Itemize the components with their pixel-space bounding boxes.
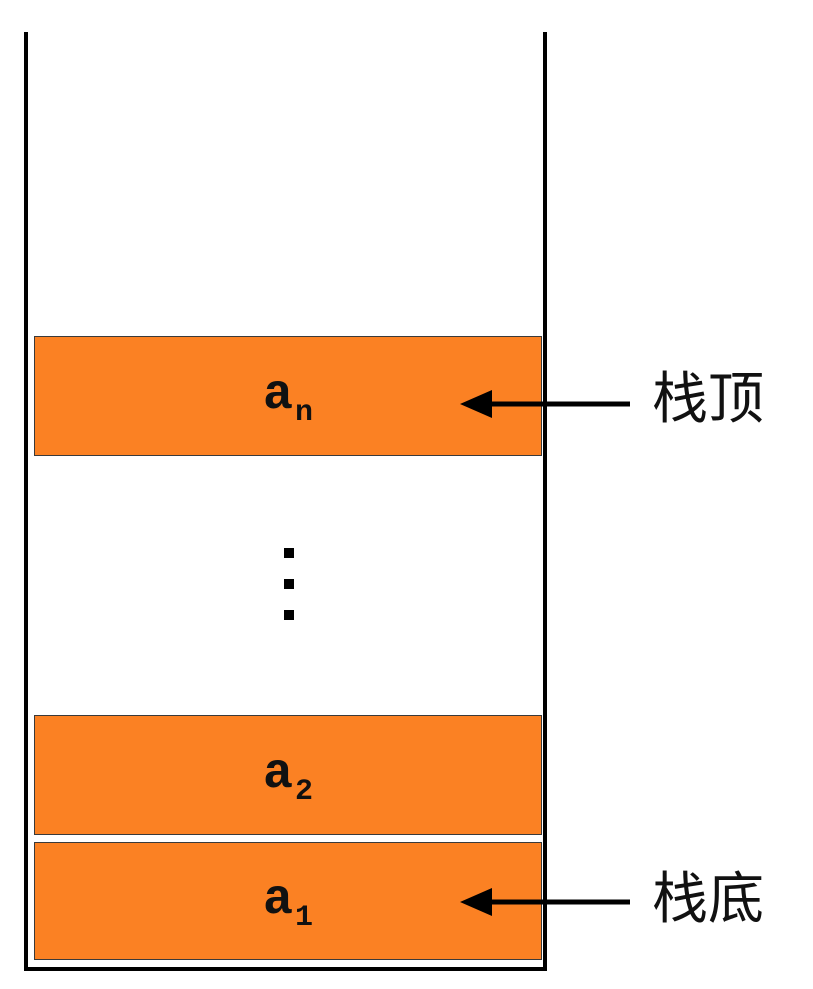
ellipsis-dot: [284, 548, 294, 558]
bottom-pointer-arrow: [460, 888, 630, 916]
element-subscript: 1: [295, 901, 314, 935]
arrow-head: [460, 390, 492, 418]
arrow-head: [460, 888, 492, 916]
stack-element-label: a2: [263, 750, 313, 808]
element-base: a: [262, 367, 293, 424]
vertical-ellipsis: [284, 548, 296, 622]
ellipsis-dot: [284, 579, 294, 589]
stack-bottom-label: 栈底: [652, 867, 764, 932]
top-pointer-arrow: [460, 390, 630, 418]
stack-top-label: 栈顶: [652, 367, 764, 432]
element-base: a: [262, 746, 293, 803]
element-subscript: n: [295, 396, 314, 430]
stack-element-label: a1: [263, 876, 313, 934]
stack-element-second: a2: [34, 715, 542, 835]
stack-element-label: an: [263, 371, 313, 429]
ellipsis-dot: [284, 610, 294, 620]
element-subscript: 2: [295, 775, 314, 809]
element-base: a: [262, 872, 293, 929]
